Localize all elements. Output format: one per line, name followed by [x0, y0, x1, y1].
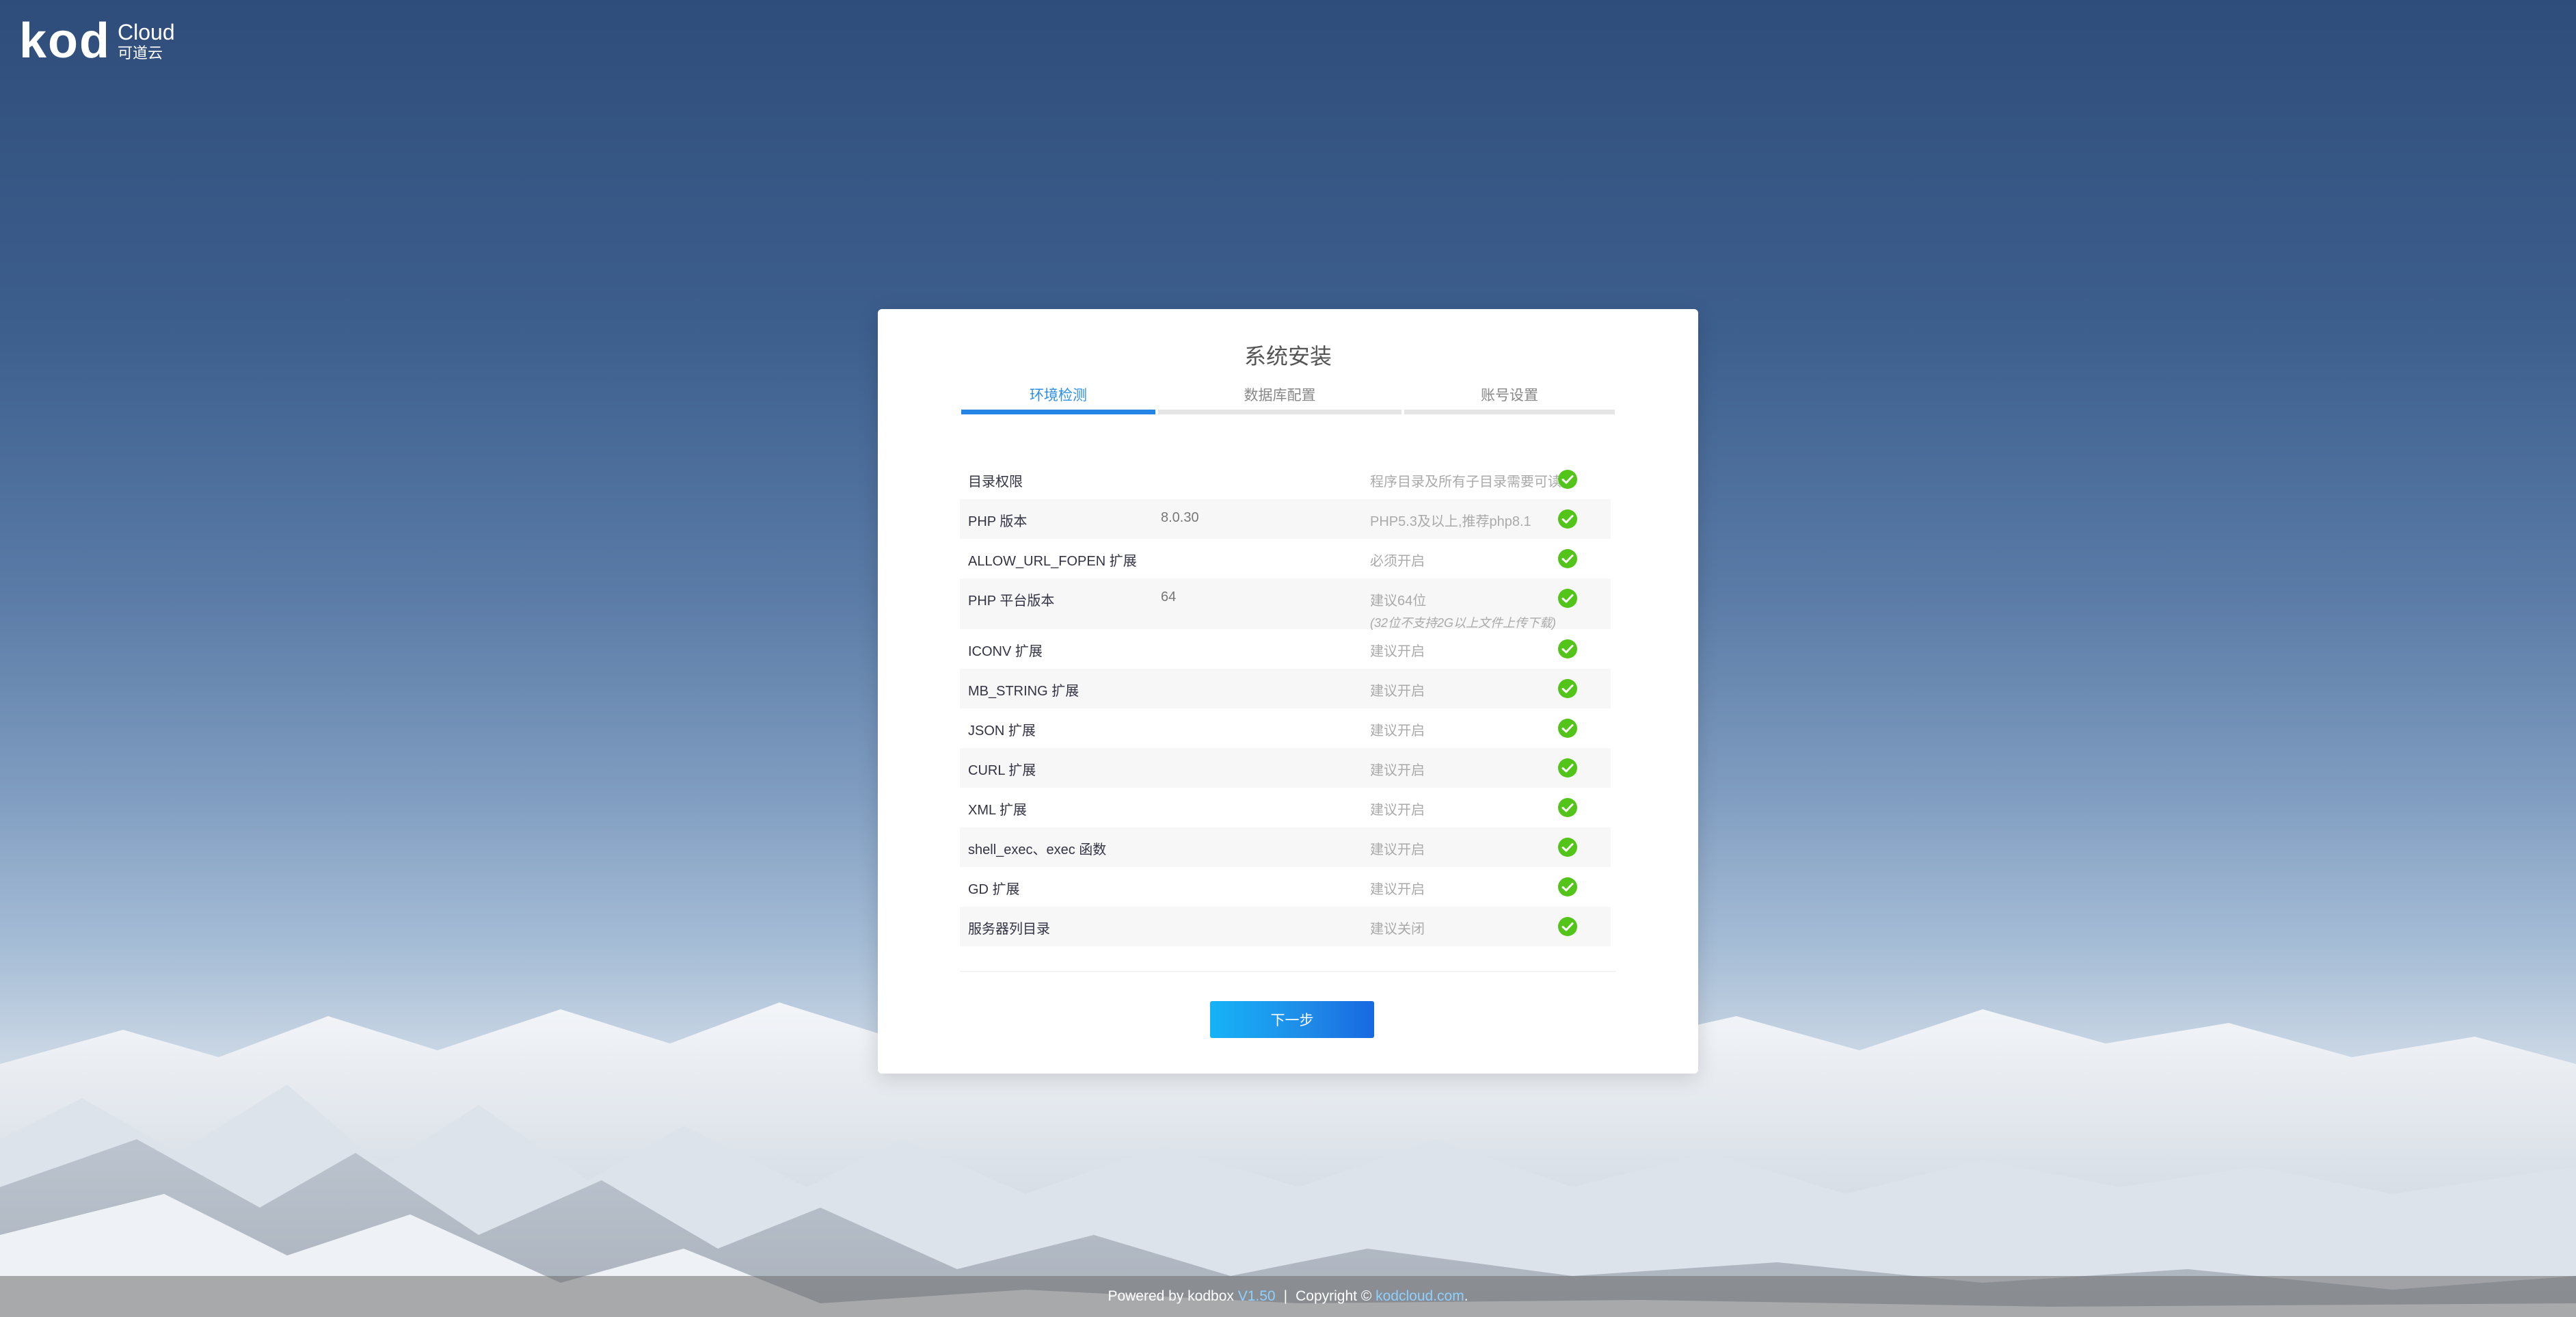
tab-database-config[interactable]: 数据库配置: [1157, 380, 1403, 414]
check-requirement-text: 建议64位: [1370, 594, 1427, 609]
check-row: 服务器列目录 建议关闭: [960, 907, 1611, 946]
check-name: PHP 平台版本: [968, 594, 1055, 609]
check-row: GD 扩展 建议开启: [960, 867, 1611, 907]
check-requirement-text: 必须开启: [1370, 554, 1425, 569]
divider: [960, 971, 1616, 972]
check-ok-icon: [1558, 470, 1577, 489]
check-ok-icon: [1558, 917, 1577, 936]
check-requirement-text: 建议开启: [1370, 684, 1425, 699]
check-requirement: 程序目录及所有子目录需要可读写: [1370, 470, 1575, 490]
install-panel: 系统安装 环境检测 数据库配置 账号设置 目录权限 程序目录及所有子目录需要可读写…: [878, 309, 1698, 1074]
check-requirement: PHP5.3及以上,推荐php8.1: [1370, 510, 1531, 530]
check-row: ALLOW_URL_FOPEN 扩展 必须开启: [960, 539, 1611, 578]
check-name: XML 扩展: [968, 803, 1027, 818]
check-ok-icon: [1558, 589, 1577, 608]
check-name: JSON 扩展: [968, 723, 1036, 739]
check-row: CURL 扩展 建议开启: [960, 748, 1611, 788]
check-requirement: 建议开启: [1370, 759, 1425, 779]
footer: Powered by kodbox V1.50 | Copyright © ko…: [0, 1276, 2576, 1317]
check-row: PHP 版本 8.0.30 PHP5.3及以上,推荐php8.1: [960, 499, 1611, 539]
check-row: PHP 平台版本 64 建议64位 (32位不支持2G以上文件上传下载): [960, 578, 1611, 631]
check-requirement: 必须开启: [1370, 550, 1425, 570]
check-requirement: 建议开启: [1370, 799, 1425, 819]
check-ok-icon: [1558, 798, 1577, 817]
environment-check-list: 目录权限 程序目录及所有子目录需要可读写 PHP 版本 8.0.30 PHP5.3及以上…: [960, 460, 1611, 946]
check-value: 64: [1161, 589, 1177, 604]
check-name: CURL 扩展: [968, 763, 1036, 778]
check-requirement: 建议开启: [1370, 838, 1425, 858]
check-requirement: 建议64位 (32位不支持2G以上文件上传下载): [1370, 589, 1556, 631]
page-title: 系统安装: [1244, 344, 1332, 369]
footer-version-link[interactable]: V1.50: [1238, 1288, 1276, 1305]
footer-copyright: Copyright ©: [1296, 1288, 1372, 1304]
check-row: ICONV 扩展 建议开启: [960, 629, 1611, 669]
check-ok-icon: [1558, 719, 1577, 738]
check-ok-icon: [1558, 838, 1577, 857]
check-requirement-text: 建议开启: [1370, 763, 1425, 778]
check-name: shell_exec、exec 函数: [968, 842, 1107, 857]
footer-end: .: [1464, 1288, 1468, 1304]
logo-cn-text: 可道云: [118, 44, 163, 62]
check-requirement-text: 程序目录及所有子目录需要可读写: [1370, 475, 1575, 490]
check-value: 8.0.30: [1161, 510, 1199, 525]
kodcloud-logo: kod Cloud 可道云: [19, 16, 175, 66]
check-name: 服务器列目录: [968, 922, 1050, 937]
check-row: XML 扩展 建议开启: [960, 788, 1611, 827]
check-requirement-text: 建议开启: [1370, 644, 1425, 659]
check-requirement-text: 建议关闭: [1370, 922, 1425, 937]
tab-account-settings[interactable]: 账号设置: [1403, 380, 1616, 414]
footer-separator: |: [1283, 1288, 1288, 1304]
check-requirement: 建议关闭: [1370, 918, 1425, 937]
check-ok-icon: [1558, 509, 1577, 529]
check-name: PHP 版本: [968, 514, 1028, 529]
check-requirement-text: 建议开启: [1370, 803, 1425, 818]
check-requirement-text: 建议开启: [1370, 882, 1425, 897]
install-steps: 环境检测 数据库配置 账号设置: [960, 380, 1616, 414]
check-name: GD 扩展: [968, 882, 1020, 897]
check-requirement-text: 建议开启: [1370, 842, 1425, 857]
check-ok-icon: [1558, 877, 1577, 896]
check-row: MB_STRING 扩展 建议开启: [960, 669, 1611, 708]
check-row: shell_exec、exec 函数 建议开启: [960, 827, 1611, 867]
check-requirement-text: PHP5.3及以上,推荐php8.1: [1370, 514, 1531, 529]
check-ok-icon: [1558, 549, 1577, 568]
check-name: ICONV 扩展: [968, 644, 1043, 659]
logo-mark: kod: [19, 14, 111, 68]
check-row: JSON 扩展 建议开启: [960, 708, 1611, 748]
check-row: 目录权限 程序目录及所有子目录需要可读写: [960, 460, 1611, 499]
check-requirement-text: 建议开启: [1370, 723, 1425, 739]
logo-cloud-text: Cloud: [118, 20, 175, 44]
check-ok-icon: [1558, 679, 1577, 698]
check-name: MB_STRING 扩展: [968, 684, 1079, 699]
check-requirement: 建议开启: [1370, 878, 1425, 898]
check-requirement: 建议开启: [1370, 640, 1425, 660]
check-requirement: 建议开启: [1370, 719, 1425, 739]
tab-environment-check[interactable]: 环境检测: [960, 380, 1157, 414]
footer-powered-by: Powered by kodbox: [1108, 1288, 1234, 1304]
check-ok-icon: [1558, 758, 1577, 777]
check-name: 目录权限: [968, 475, 1023, 490]
check-ok-icon: [1558, 639, 1577, 658]
check-requirement: 建议开启: [1370, 680, 1425, 700]
check-name: ALLOW_URL_FOPEN 扩展: [968, 554, 1137, 569]
footer-site-link[interactable]: kodcloud.com: [1376, 1288, 1464, 1305]
next-step-button[interactable]: 下一步: [1210, 1001, 1374, 1038]
